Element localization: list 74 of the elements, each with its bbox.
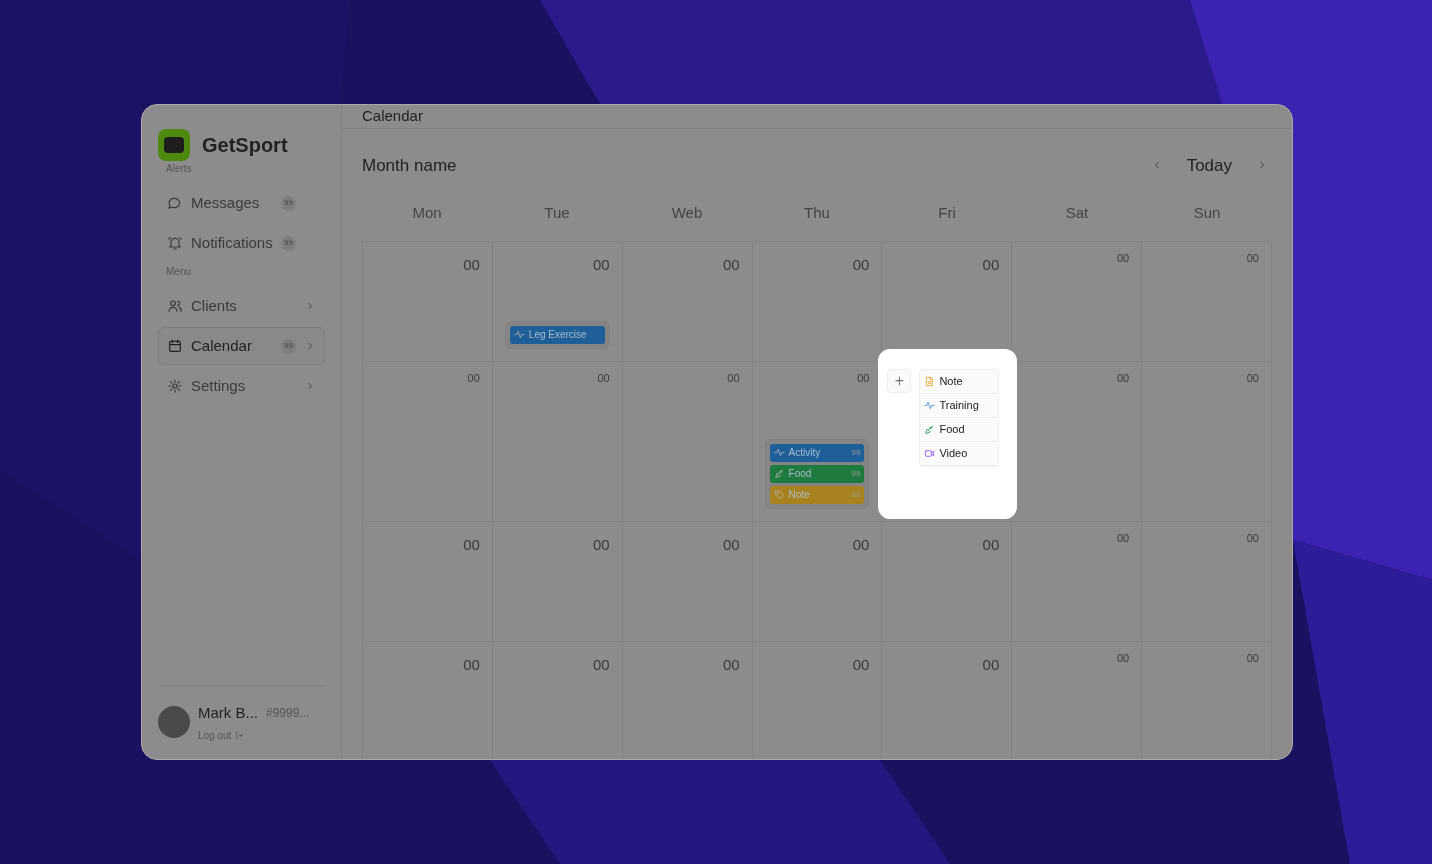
count-label: 99 xyxy=(851,446,861,459)
user-name: Mark B... xyxy=(198,702,258,723)
date-number: 00 xyxy=(593,534,610,555)
event-chip[interactable]: Note 99 xyxy=(769,485,865,504)
weekday-label: Sat xyxy=(1065,203,1089,223)
date-number: 00 xyxy=(1246,650,1259,666)
month-title: Month name xyxy=(362,154,457,177)
date-number: 00 xyxy=(1246,250,1259,266)
date-number: 00 xyxy=(982,254,1000,275)
weekday-label: Web xyxy=(671,203,703,223)
weekday-label: Sun xyxy=(1193,203,1221,223)
date-number: 00 xyxy=(722,254,740,275)
carrot-icon xyxy=(924,423,936,435)
item-label: Notifications xyxy=(191,232,273,253)
weekday-label: Fri xyxy=(938,203,956,223)
date-number: 00 xyxy=(852,654,870,675)
weekday-label: Tue xyxy=(544,203,570,223)
date-number: 00 xyxy=(852,254,870,275)
sidebar-item[interactable]: Settings xyxy=(158,367,325,405)
date-number: 00 xyxy=(463,534,480,555)
date-number: 00 xyxy=(1246,530,1259,546)
weekday-label: Mon xyxy=(412,203,442,223)
date-number: 00 xyxy=(982,654,1000,675)
event-chip[interactable]: Food 99 xyxy=(769,464,865,483)
date-number: 00 xyxy=(722,654,740,675)
date-number: 00 xyxy=(982,534,1000,555)
app-logo xyxy=(158,129,190,161)
menu-item[interactable]: Training xyxy=(920,393,999,418)
item-label: Calendar xyxy=(191,335,252,356)
date-number: 00 xyxy=(593,254,610,275)
chat-bubble-icon xyxy=(167,195,183,211)
pulse-icon xyxy=(773,447,785,458)
date-number: 00 xyxy=(852,534,870,555)
menu-item[interactable]: Video xyxy=(920,441,999,466)
date-number: 00 xyxy=(463,654,480,675)
weekday-label: Thu xyxy=(804,203,830,223)
date-number: 00 xyxy=(722,534,740,555)
calendar-icon xyxy=(167,338,183,354)
tag-icon xyxy=(773,489,785,500)
menu-item[interactable]: Note xyxy=(920,369,999,394)
count-label: 99 xyxy=(851,488,861,501)
today-button[interactable]: Today xyxy=(1186,152,1232,178)
settings-icon xyxy=(167,378,183,394)
date-number: 00 xyxy=(1116,370,1130,386)
date-number: 00 xyxy=(597,370,610,386)
pulse-icon xyxy=(924,399,936,411)
date-number: 00 xyxy=(467,370,480,386)
item-label: Messages xyxy=(191,192,260,213)
document-icon xyxy=(924,375,936,387)
date-number: 00 xyxy=(463,254,480,275)
people-icon xyxy=(167,298,183,314)
item-label: Clients xyxy=(191,295,237,316)
item-label: Settings xyxy=(191,375,246,396)
logout-icon xyxy=(235,731,245,740)
menu-item[interactable]: Food xyxy=(920,417,999,442)
sidebar-item[interactable]: Clients xyxy=(158,287,325,325)
event-chip[interactable]: Leg Exercise xyxy=(509,325,605,344)
carrot-icon xyxy=(773,468,785,479)
add-button[interactable]: + xyxy=(887,368,912,393)
page-title: Calendar xyxy=(362,106,423,126)
video-camera-icon xyxy=(924,447,936,459)
date-number: 00 xyxy=(727,370,740,386)
date-number: 00 xyxy=(1116,530,1130,546)
bell-icon xyxy=(167,235,183,251)
brand-name: GetSport xyxy=(202,133,288,158)
date-number: 00 xyxy=(857,370,870,386)
avatar xyxy=(158,706,190,739)
date-number: 00 xyxy=(593,654,610,675)
date-number: 00 xyxy=(1246,370,1259,386)
date-number: 00 xyxy=(1116,650,1130,666)
count-label: 99 xyxy=(851,467,861,480)
event-chip[interactable]: Activity 99 xyxy=(769,443,865,462)
pulse-icon xyxy=(513,329,525,340)
date-number: 00 xyxy=(1116,250,1130,266)
